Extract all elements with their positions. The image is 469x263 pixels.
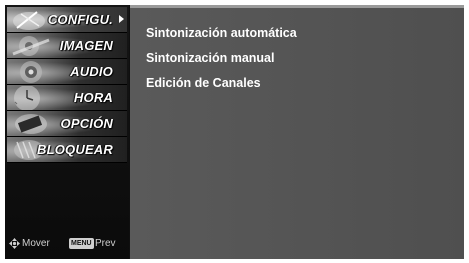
tv-menu-window: CONFIGU. IMAGEN AUDIO HORA OPCIÓN BLOQUE… [5,5,464,259]
sidebar-item-opcion[interactable]: OPCIÓN [7,111,127,137]
chevron-right-icon [119,15,124,23]
sidebar-item-label: BLOQUEAR [37,142,113,157]
sidebar-item-label: HORA [73,90,113,105]
sidebar-item-bloquear[interactable]: BLOQUEAR [7,137,127,163]
sidebar-item-label: CONFIGU. [47,12,113,27]
sidebar-item-label: IMAGEN [59,38,113,53]
navigation-hint: Mover MENU Prev [9,237,127,251]
option-sintonizacion-automatica[interactable]: Sintonización automática [146,26,297,40]
menu-key-badge: MENU [69,238,94,249]
panel-top-divider [130,5,464,8]
mover-label: Mover [22,238,50,249]
sidebar-item-imagen[interactable]: IMAGEN [7,33,127,59]
option-edicion-de-canales[interactable]: Edición de Canales [146,76,261,90]
submenu-panel: Sintonización automática Sintonización m… [130,5,464,259]
sidebar: CONFIGU. IMAGEN AUDIO HORA OPCIÓN BLOQUE… [5,5,129,259]
four-way-arrow-icon [9,238,20,249]
sidebar-item-label: OPCIÓN [60,116,113,131]
sidebar-item-hora[interactable]: HORA [7,85,127,111]
option-sintonizacion-manual[interactable]: Sintonización manual [146,51,275,65]
sidebar-item-label: AUDIO [70,64,113,79]
clock-icon [14,86,40,110]
speaker-icon [20,61,42,83]
sidebar-item-configu[interactable]: CONFIGU. [7,7,127,33]
prev-label: Prev [95,238,116,249]
sidebar-item-audio[interactable]: AUDIO [7,59,127,85]
